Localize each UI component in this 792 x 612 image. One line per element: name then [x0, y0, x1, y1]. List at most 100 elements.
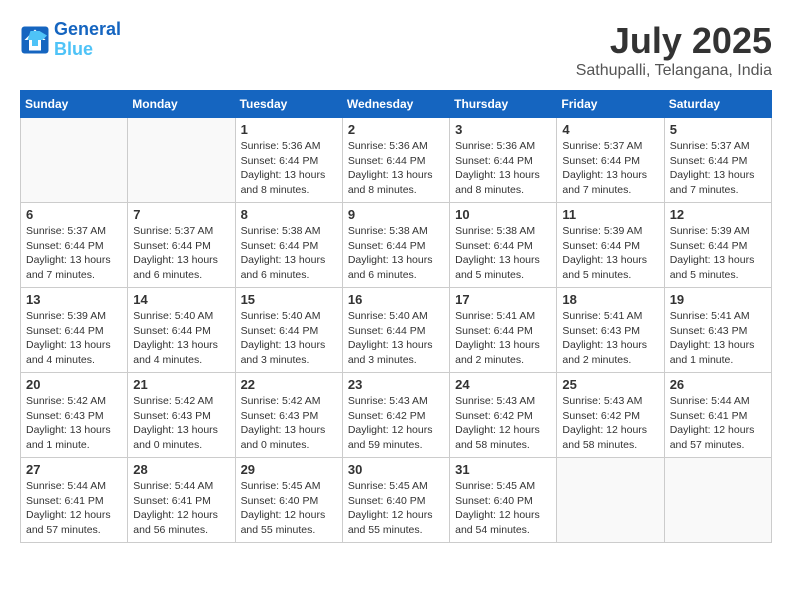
- day-info: Sunrise: 5:36 AM Sunset: 6:44 PM Dayligh…: [348, 139, 444, 198]
- weekday-header: Monday: [128, 91, 235, 118]
- day-number: 23: [348, 377, 444, 392]
- day-info: Sunrise: 5:40 AM Sunset: 6:44 PM Dayligh…: [241, 309, 337, 368]
- calendar-cell: 4 Sunrise: 5:37 AM Sunset: 6:44 PM Daylig…: [557, 118, 664, 203]
- day-number: 20: [26, 377, 122, 392]
- calendar-cell: [664, 458, 771, 543]
- location-title: Sathupalli, Telangana, India: [576, 62, 772, 80]
- weekday-header: Saturday: [664, 91, 771, 118]
- day-info: Sunrise: 5:43 AM Sunset: 6:42 PM Dayligh…: [455, 394, 551, 453]
- day-number: 28: [133, 462, 229, 477]
- calendar-cell: 31 Sunrise: 5:45 AM Sunset: 6:40 PM Dayli…: [450, 458, 557, 543]
- day-info: Sunrise: 5:38 AM Sunset: 6:44 PM Dayligh…: [241, 224, 337, 283]
- day-info: Sunrise: 5:38 AM Sunset: 6:44 PM Dayligh…: [455, 224, 551, 283]
- day-info: Sunrise: 5:40 AM Sunset: 6:44 PM Dayligh…: [133, 309, 229, 368]
- calendar-cell: 30 Sunrise: 5:45 AM Sunset: 6:40 PM Dayli…: [342, 458, 449, 543]
- day-info: Sunrise: 5:38 AM Sunset: 6:44 PM Dayligh…: [348, 224, 444, 283]
- calendar-cell: 3 Sunrise: 5:36 AM Sunset: 6:44 PM Daylig…: [450, 118, 557, 203]
- day-number: 7: [133, 207, 229, 222]
- calendar-cell: 2 Sunrise: 5:36 AM Sunset: 6:44 PM Daylig…: [342, 118, 449, 203]
- day-number: 6: [26, 207, 122, 222]
- calendar-cell: 12 Sunrise: 5:39 AM Sunset: 6:44 PM Dayli…: [664, 203, 771, 288]
- day-info: Sunrise: 5:41 AM Sunset: 6:43 PM Dayligh…: [670, 309, 766, 368]
- day-number: 11: [562, 207, 658, 222]
- calendar-cell: [21, 118, 128, 203]
- day-number: 16: [348, 292, 444, 307]
- day-number: 4: [562, 122, 658, 137]
- calendar-cell: 19 Sunrise: 5:41 AM Sunset: 6:43 PM Dayli…: [664, 288, 771, 373]
- day-number: 13: [26, 292, 122, 307]
- day-info: Sunrise: 5:37 AM Sunset: 6:44 PM Dayligh…: [670, 139, 766, 198]
- day-number: 21: [133, 377, 229, 392]
- calendar-cell: 17Sunrise: 5:41 AM Sunset: 6:44 PM Dayli…: [450, 288, 557, 373]
- day-info: Sunrise: 5:37 AM Sunset: 6:44 PM Dayligh…: [133, 224, 229, 283]
- day-info: Sunrise: 5:45 AM Sunset: 6:40 PM Dayligh…: [241, 479, 337, 538]
- day-info: Sunrise: 5:44 AM Sunset: 6:41 PM Dayligh…: [670, 394, 766, 453]
- day-info: Sunrise: 5:39 AM Sunset: 6:44 PM Dayligh…: [670, 224, 766, 283]
- calendar-cell: 9Sunrise: 5:38 AM Sunset: 6:44 PM Daylig…: [342, 203, 449, 288]
- calendar: SundayMondayTuesdayWednesdayThursdayFrid…: [20, 90, 772, 543]
- day-info: Sunrise: 5:45 AM Sunset: 6:40 PM Dayligh…: [455, 479, 551, 538]
- calendar-cell: 8Sunrise: 5:38 AM Sunset: 6:44 PM Daylig…: [235, 203, 342, 288]
- day-info: Sunrise: 5:41 AM Sunset: 6:43 PM Dayligh…: [562, 309, 658, 368]
- day-number: 29: [241, 462, 337, 477]
- calendar-cell: 18Sunrise: 5:41 AM Sunset: 6:43 PM Dayli…: [557, 288, 664, 373]
- day-number: 26: [670, 377, 766, 392]
- day-info: Sunrise: 5:36 AM Sunset: 6:44 PM Dayligh…: [241, 139, 337, 198]
- day-info: Sunrise: 5:39 AM Sunset: 6:44 PM Dayligh…: [26, 309, 122, 368]
- day-info: Sunrise: 5:43 AM Sunset: 6:42 PM Dayligh…: [348, 394, 444, 453]
- day-number: 25: [562, 377, 658, 392]
- calendar-cell: 13 Sunrise: 5:39 AM Sunset: 6:44 PM Dayli…: [21, 288, 128, 373]
- calendar-cell: 26 Sunrise: 5:44 AM Sunset: 6:41 PM Dayli…: [664, 373, 771, 458]
- day-number: 15: [241, 292, 337, 307]
- calendar-cell: 20 Sunrise: 5:42 AM Sunset: 6:43 PM Dayli…: [21, 373, 128, 458]
- day-number: 5: [670, 122, 766, 137]
- weekday-header: Wednesday: [342, 91, 449, 118]
- logo-text: General Blue: [54, 20, 121, 60]
- title-block: July 2025 Sathupalli, Telangana, India: [576, 20, 772, 80]
- day-info: Sunrise: 5:44 AM Sunset: 6:41 PM Dayligh…: [133, 479, 229, 538]
- month-title: July 2025: [576, 20, 772, 62]
- day-number: 10: [455, 207, 551, 222]
- calendar-cell: 27 Sunrise: 5:44 AM Sunset: 6:41 PM Dayli…: [21, 458, 128, 543]
- day-info: Sunrise: 5:41 AM Sunset: 6:44 PM Dayligh…: [455, 309, 551, 368]
- day-info: Sunrise: 5:37 AM Sunset: 6:44 PM Dayligh…: [562, 139, 658, 198]
- calendar-cell: 10 Sunrise: 5:38 AM Sunset: 6:44 PM Dayli…: [450, 203, 557, 288]
- weekday-header: Friday: [557, 91, 664, 118]
- calendar-cell: 1 Sunrise: 5:36 AM Sunset: 6:44 PM Daylig…: [235, 118, 342, 203]
- day-number: 1: [241, 122, 337, 137]
- calendar-cell: 16 Sunrise: 5:40 AM Sunset: 6:44 PM Dayli…: [342, 288, 449, 373]
- calendar-cell: 6 Sunrise: 5:37 AM Sunset: 6:44 PM Daylig…: [21, 203, 128, 288]
- logo: General Blue: [20, 20, 121, 60]
- day-number: 2: [348, 122, 444, 137]
- calendar-cell: 29 Sunrise: 5:45 AM Sunset: 6:40 PM Dayli…: [235, 458, 342, 543]
- day-info: Sunrise: 5:37 AM Sunset: 6:44 PM Dayligh…: [26, 224, 122, 283]
- calendar-cell: 11 Sunrise: 5:39 AM Sunset: 6:44 PM Dayli…: [557, 203, 664, 288]
- calendar-cell: 25 Sunrise: 5:43 AM Sunset: 6:42 PM Dayli…: [557, 373, 664, 458]
- day-number: 31: [455, 462, 551, 477]
- calendar-cell: 7 Sunrise: 5:37 AM Sunset: 6:44 PM Daylig…: [128, 203, 235, 288]
- day-number: 14: [133, 292, 229, 307]
- calendar-cell: 23 Sunrise: 5:43 AM Sunset: 6:42 PM Dayli…: [342, 373, 449, 458]
- calendar-cell: 21Sunrise: 5:42 AM Sunset: 6:43 PM Dayli…: [128, 373, 235, 458]
- day-number: 22: [241, 377, 337, 392]
- calendar-cell: 22 Sunrise: 5:42 AM Sunset: 6:43 PM Dayli…: [235, 373, 342, 458]
- day-info: Sunrise: 5:39 AM Sunset: 6:44 PM Dayligh…: [562, 224, 658, 283]
- day-number: 12: [670, 207, 766, 222]
- day-number: 24: [455, 377, 551, 392]
- calendar-cell: [557, 458, 664, 543]
- day-info: Sunrise: 5:44 AM Sunset: 6:41 PM Dayligh…: [26, 479, 122, 538]
- calendar-cell: 5 Sunrise: 5:37 AM Sunset: 6:44 PM Daylig…: [664, 118, 771, 203]
- day-info: Sunrise: 5:43 AM Sunset: 6:42 PM Dayligh…: [562, 394, 658, 453]
- day-info: Sunrise: 5:42 AM Sunset: 6:43 PM Dayligh…: [241, 394, 337, 453]
- day-info: Sunrise: 5:36 AM Sunset: 6:44 PM Dayligh…: [455, 139, 551, 198]
- calendar-cell: 24 Sunrise: 5:43 AM Sunset: 6:42 PM Dayli…: [450, 373, 557, 458]
- weekday-header: Thursday: [450, 91, 557, 118]
- day-info: Sunrise: 5:45 AM Sunset: 6:40 PM Dayligh…: [348, 479, 444, 538]
- day-number: 3: [455, 122, 551, 137]
- day-number: 19: [670, 292, 766, 307]
- day-number: 27: [26, 462, 122, 477]
- day-number: 30: [348, 462, 444, 477]
- day-info: Sunrise: 5:42 AM Sunset: 6:43 PM Dayligh…: [26, 394, 122, 453]
- calendar-cell: [128, 118, 235, 203]
- day-info: Sunrise: 5:40 AM Sunset: 6:44 PM Dayligh…: [348, 309, 444, 368]
